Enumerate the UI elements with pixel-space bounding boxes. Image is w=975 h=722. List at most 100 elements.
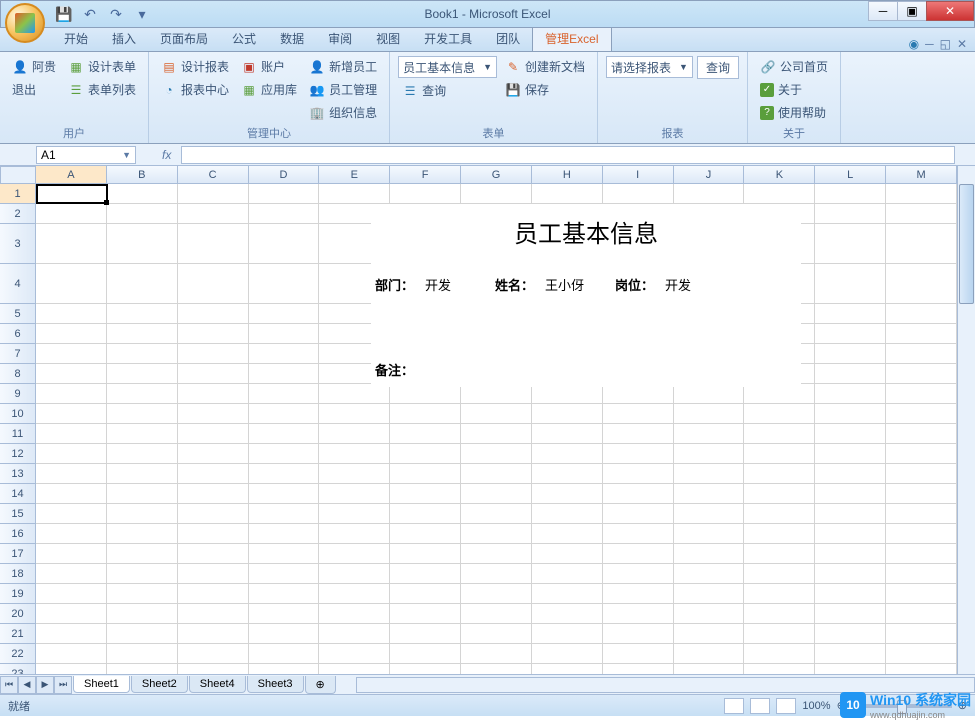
cell[interactable]: [532, 644, 603, 664]
cell[interactable]: [674, 384, 745, 404]
cell[interactable]: [744, 584, 815, 604]
cell[interactable]: [178, 504, 249, 524]
tab-team[interactable]: 团队: [484, 26, 532, 51]
sheet-tab-3[interactable]: Sheet3: [247, 676, 304, 693]
manage-employee-button[interactable]: 👥员工管理: [305, 79, 381, 100]
row-header-4[interactable]: 4: [0, 264, 36, 304]
cell[interactable]: [36, 324, 107, 344]
cell[interactable]: [744, 444, 815, 464]
cell[interactable]: [815, 444, 886, 464]
cell[interactable]: [461, 544, 532, 564]
form-select-combo[interactable]: 员工基本信息▼: [398, 56, 497, 78]
cell[interactable]: [107, 644, 178, 664]
cell[interactable]: [107, 324, 178, 344]
cell[interactable]: [107, 624, 178, 644]
cell[interactable]: [886, 564, 957, 584]
design-form-button[interactable]: ▦设计表单: [64, 56, 140, 77]
cell[interactable]: [532, 444, 603, 464]
cell[interactable]: [178, 224, 249, 264]
cell[interactable]: [390, 484, 461, 504]
cell[interactable]: [674, 464, 745, 484]
column-header-B[interactable]: B: [107, 166, 178, 184]
cell[interactable]: [36, 584, 107, 604]
cell[interactable]: [461, 584, 532, 604]
cell[interactable]: [674, 404, 745, 424]
cell[interactable]: [319, 504, 390, 524]
cell[interactable]: [815, 604, 886, 624]
cell[interactable]: [886, 444, 957, 464]
cell[interactable]: [36, 204, 107, 224]
cell[interactable]: [815, 424, 886, 444]
cell[interactable]: [107, 184, 178, 204]
cell[interactable]: [178, 544, 249, 564]
cell[interactable]: [319, 524, 390, 544]
scrollbar-thumb[interactable]: [959, 184, 974, 304]
row-header-10[interactable]: 10: [0, 404, 36, 424]
cell[interactable]: [178, 184, 249, 204]
cell[interactable]: [461, 624, 532, 644]
cell[interactable]: [36, 184, 107, 204]
cell[interactable]: [107, 264, 178, 304]
column-header-E[interactable]: E: [319, 166, 390, 184]
help-icon[interactable]: ◉: [909, 37, 919, 51]
cell[interactable]: [461, 604, 532, 624]
cell[interactable]: [674, 484, 745, 504]
cell[interactable]: [461, 424, 532, 444]
cell[interactable]: [390, 404, 461, 424]
cell[interactable]: [532, 664, 603, 674]
cell[interactable]: [744, 544, 815, 564]
cell[interactable]: [178, 524, 249, 544]
cell[interactable]: [249, 524, 320, 544]
cell[interactable]: [674, 184, 745, 204]
tab-formulas[interactable]: 公式: [220, 26, 268, 51]
cell[interactable]: [390, 504, 461, 524]
cell[interactable]: [603, 584, 674, 604]
cell[interactable]: [249, 424, 320, 444]
cell[interactable]: [107, 344, 178, 364]
cell[interactable]: [815, 404, 886, 424]
cell[interactable]: [249, 664, 320, 674]
report-select-combo[interactable]: 请选择报表▼: [606, 56, 693, 78]
cell[interactable]: [815, 344, 886, 364]
cell[interactable]: [36, 304, 107, 324]
sheet-tab-4[interactable]: Sheet4: [189, 676, 246, 693]
close-button[interactable]: ✕: [926, 1, 974, 21]
cell[interactable]: [744, 644, 815, 664]
cell[interactable]: [461, 484, 532, 504]
cell[interactable]: [178, 464, 249, 484]
cell[interactable]: [886, 304, 957, 324]
select-all-corner[interactable]: [0, 166, 36, 184]
cell[interactable]: [36, 504, 107, 524]
cell[interactable]: [390, 444, 461, 464]
cell[interactable]: [249, 444, 320, 464]
cell[interactable]: [319, 484, 390, 504]
cell[interactable]: [319, 644, 390, 664]
cell[interactable]: [886, 464, 957, 484]
cell[interactable]: [886, 264, 957, 304]
cell[interactable]: [249, 404, 320, 424]
cell[interactable]: [886, 224, 957, 264]
cell[interactable]: [603, 404, 674, 424]
cell[interactable]: [744, 484, 815, 504]
cell[interactable]: [107, 664, 178, 674]
cell[interactable]: [603, 444, 674, 464]
column-header-J[interactable]: J: [674, 166, 745, 184]
cell[interactable]: [178, 604, 249, 624]
cell[interactable]: [178, 424, 249, 444]
query-button[interactable]: ☰查询: [398, 80, 497, 101]
cell[interactable]: [603, 544, 674, 564]
cell[interactable]: [36, 404, 107, 424]
cell[interactable]: [674, 604, 745, 624]
row-header-6[interactable]: 6: [0, 324, 36, 344]
column-header-A[interactable]: A: [36, 166, 107, 184]
cell[interactable]: [107, 564, 178, 584]
cell[interactable]: [249, 644, 320, 664]
cell[interactable]: [815, 304, 886, 324]
cell[interactable]: [178, 644, 249, 664]
cell[interactable]: [390, 544, 461, 564]
close-workbook-icon[interactable]: ✕: [957, 37, 967, 51]
cell[interactable]: [603, 424, 674, 444]
save-icon[interactable]: 💾: [53, 3, 75, 25]
cell[interactable]: [107, 304, 178, 324]
cell[interactable]: [532, 184, 603, 204]
